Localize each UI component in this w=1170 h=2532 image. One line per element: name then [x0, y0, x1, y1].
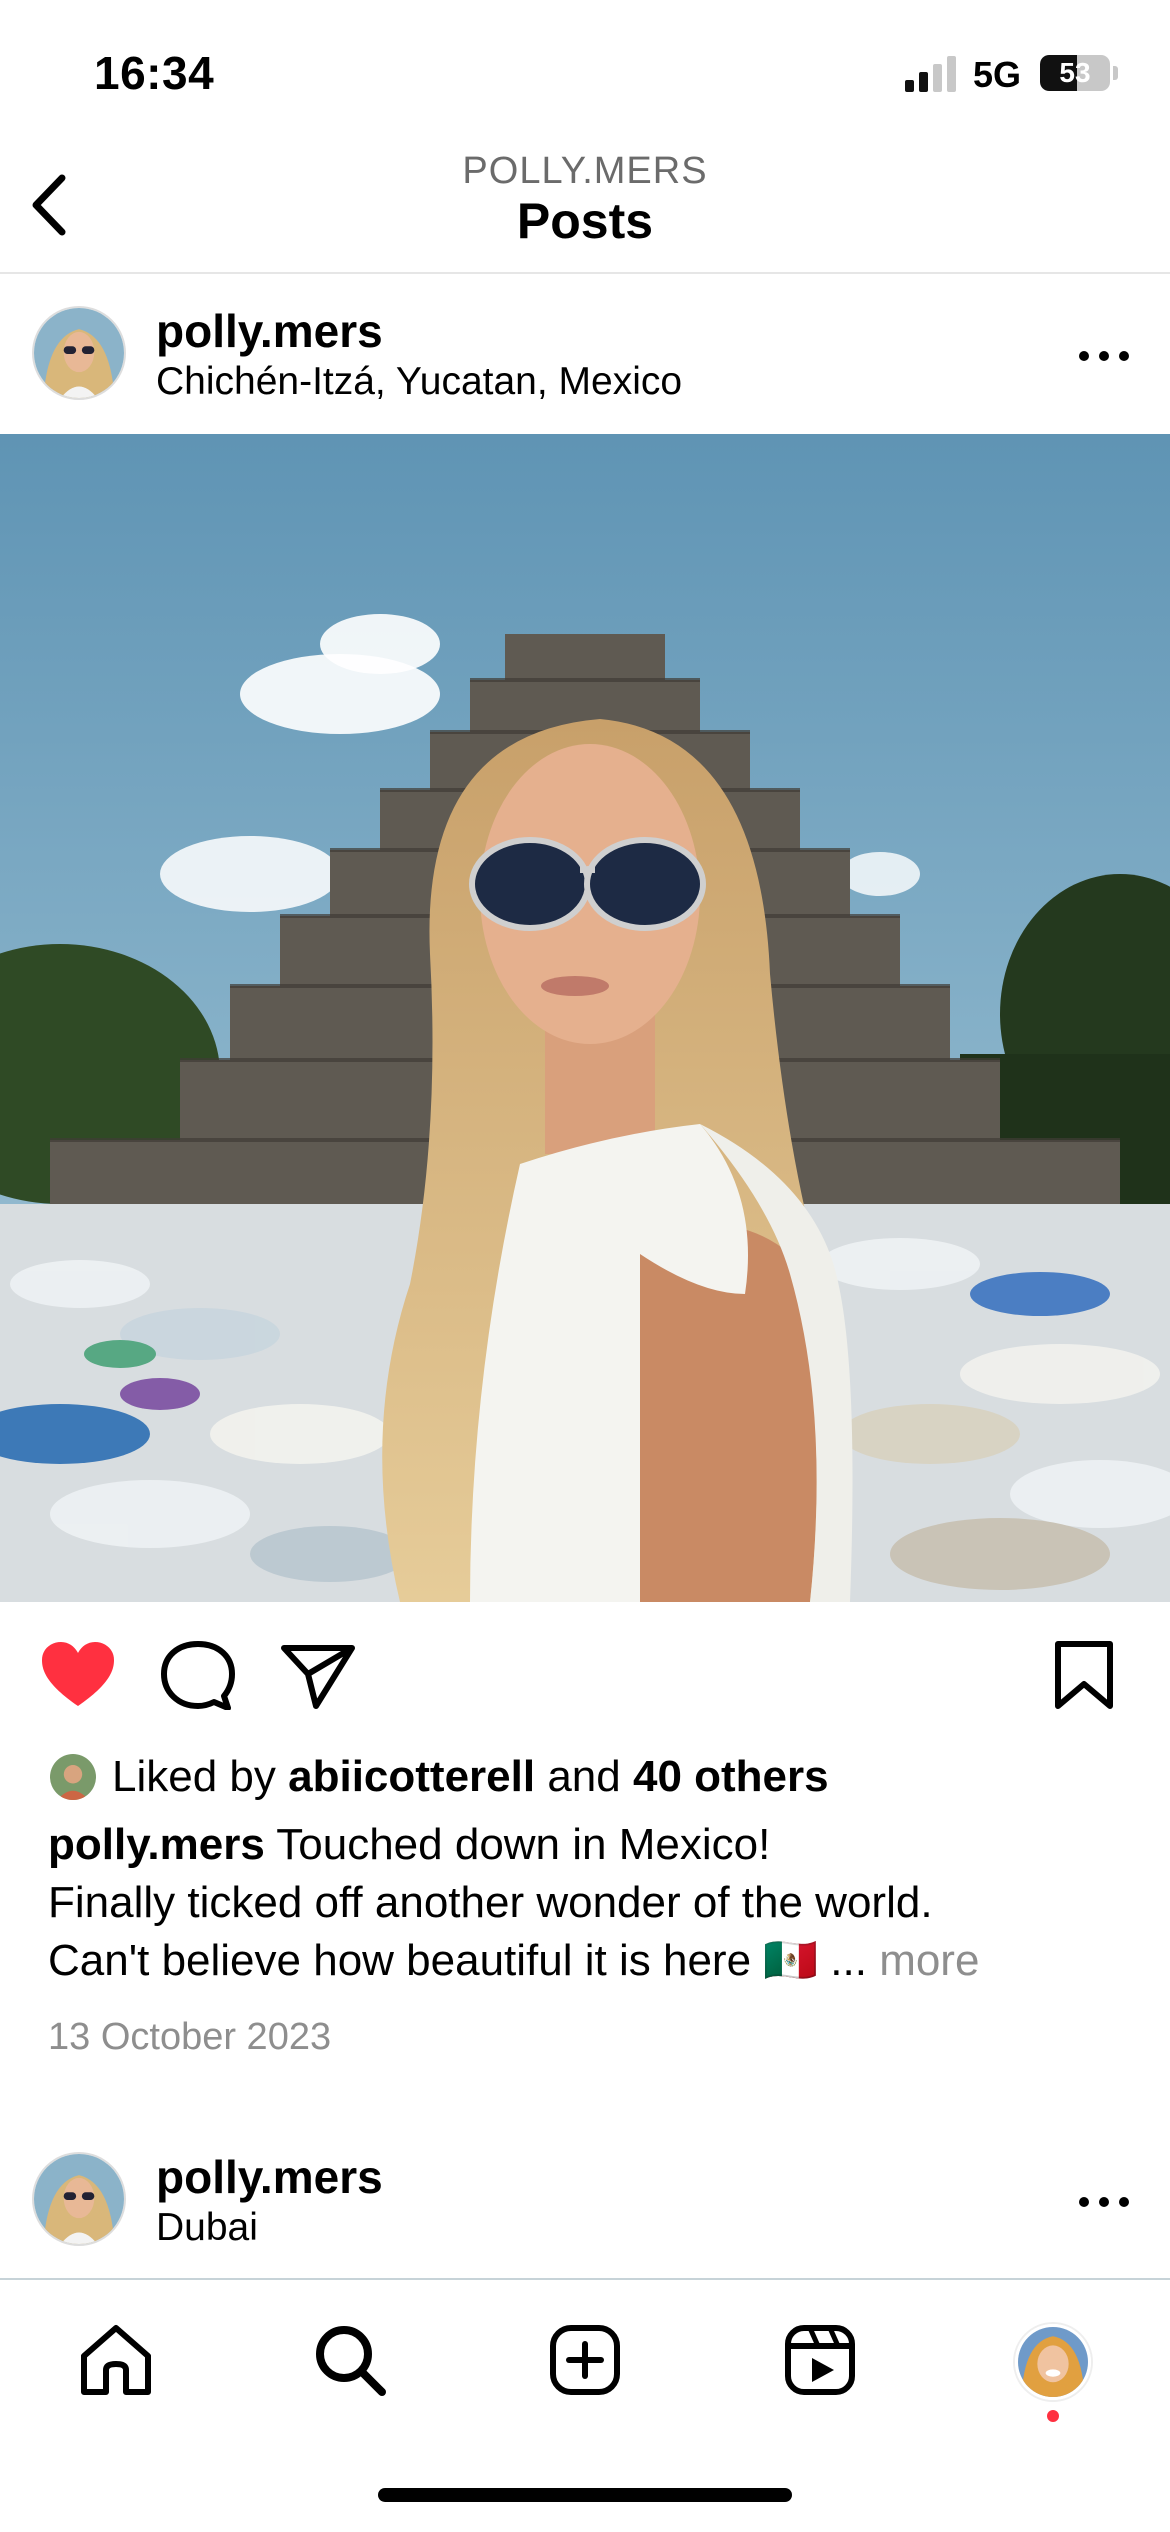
battery-percent: 53	[1059, 57, 1091, 88]
caption-line-3: Can't believe how beautiful it is here 🇲…	[48, 1936, 867, 1985]
caption-line-1: Touched down in Mexico!	[276, 1820, 771, 1869]
liker-avatar	[48, 1752, 98, 1802]
caption-more-link[interactable]: more	[879, 1936, 979, 1985]
post-photo[interactable]	[0, 434, 1170, 1602]
create-post-icon[interactable]	[545, 2320, 625, 2400]
more-options-icon[interactable]	[1074, 336, 1134, 376]
caption-line-2: Finally ticked off another wonder of the…	[48, 1878, 933, 1927]
home-icon[interactable]	[76, 2320, 156, 2400]
avatar[interactable]	[32, 306, 126, 400]
liked-by-username[interactable]: abiicotterell	[288, 1752, 535, 1802]
post-caption: polly.mers Touched down in Mexico! Final…	[48, 1816, 1138, 1990]
likes-others[interactable]: 40 others	[633, 1752, 829, 1802]
next-post-location[interactable]: Dubai	[156, 2206, 258, 2250]
battery-nub	[1113, 66, 1118, 80]
likes-prefix: Liked by	[112, 1752, 276, 1801]
likes-and: and	[547, 1752, 621, 1801]
post-actions	[0, 1630, 1170, 1720]
post-header: polly.mers Chichén-Itzá, Yucatan, Mexico	[0, 276, 1170, 436]
status-time: 16:34	[94, 47, 215, 99]
status-bar: 16:34 5G 53	[0, 0, 1170, 140]
page-header: POLLY.MERS Posts	[0, 140, 1170, 274]
search-icon[interactable]	[310, 2320, 390, 2400]
caption-username[interactable]: polly.mers	[48, 1820, 265, 1869]
next-post-header: polly.mers Dubai	[0, 2122, 1170, 2282]
post-location[interactable]: Chichén-Itzá, Yucatan, Mexico	[156, 360, 682, 404]
likes-summary[interactable]: Liked by abiicotterell and 40 others	[48, 1752, 829, 1802]
page-title: Posts	[516, 193, 654, 249]
post-date: 13 October 2023	[48, 2016, 332, 2058]
header-username: POLLY.MERS	[462, 150, 708, 192]
notification-dot	[1047, 2410, 1059, 2422]
profile-avatar-tab[interactable]	[1015, 2324, 1091, 2400]
network-label: 5G	[973, 54, 1022, 95]
signal-icon	[905, 56, 956, 92]
more-options-icon[interactable]	[1074, 2182, 1134, 2222]
bookmark-icon[interactable]	[1044, 1640, 1124, 1710]
comment-icon[interactable]	[158, 1640, 238, 1710]
reels-icon[interactable]	[780, 2320, 860, 2400]
next-post-username[interactable]: polly.mers	[156, 2150, 383, 2204]
like-heart-icon[interactable]	[38, 1640, 118, 1710]
share-send-icon[interactable]	[278, 1640, 358, 1710]
post-username[interactable]: polly.mers	[156, 304, 383, 358]
battery-icon: 53	[1040, 55, 1110, 91]
avatar[interactable]	[32, 2152, 126, 2246]
home-indicator[interactable]	[378, 2488, 792, 2502]
